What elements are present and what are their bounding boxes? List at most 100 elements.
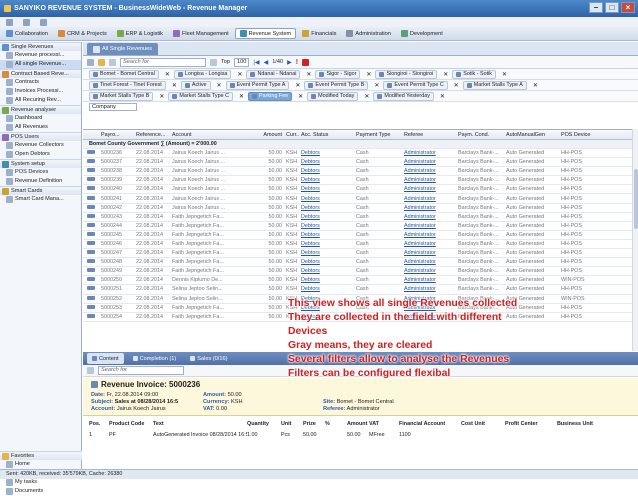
filter-chip[interactable]: Modified Today (307, 91, 359, 101)
table-row[interactable]: 5000237 22.08.2014 Jairus Koech Jairus ...… (83, 158, 632, 168)
module-tab-7[interactable]: Development (397, 28, 447, 39)
table-row[interactable]: 5000242 22.08.2014 Jairus Koech Jairus ...… (83, 204, 632, 213)
column-header[interactable]: Paym. Cond. (456, 132, 504, 138)
flag-icon[interactable] (302, 58, 310, 66)
filter-dropdown-icon[interactable] (210, 58, 217, 66)
items-column-header[interactable]: VAT (369, 421, 399, 427)
favorite-item[interactable]: My tasks (0, 478, 82, 487)
detail-tab-0[interactable]: Content (87, 353, 124, 364)
top-count-select[interactable]: 100 (234, 57, 250, 67)
forward-icon[interactable] (40, 18, 47, 26)
search-input[interactable]: Search for (120, 57, 206, 67)
sidebar-item[interactable]: Invoices Processi... (0, 87, 81, 96)
module-tab-0[interactable]: Collaboration (2, 28, 52, 39)
sidebar-item[interactable]: Contracts (0, 78, 81, 87)
table-row[interactable]: 5000246 22.08.2014 Faith Jepngetich Fa... 5… (83, 240, 632, 250)
module-tab-6[interactable]: Administration (342, 28, 394, 39)
remove-filter-icon[interactable]: ✕ (533, 82, 538, 89)
table-row[interactable]: 5000249 22.08.2014 Faith Jepngetich Fa... 5… (83, 267, 632, 277)
sidebar-group-5[interactable]: Smart Cards (0, 186, 81, 195)
scroll-thumb[interactable] (634, 169, 638, 229)
items-column-header[interactable]: Product Code (109, 421, 153, 427)
table-row[interactable]: 5000236 22.08.2014 Jairus Koech Jairus ...… (83, 149, 632, 159)
sidebar-item[interactable]: Revenue Collectors (0, 141, 81, 150)
detail-search-input[interactable]: Search for (98, 366, 184, 375)
table-row[interactable]: 5000245 22.08.2014 Faith Jepngetich Fa... 5… (83, 231, 632, 240)
alert-icon[interactable]: ! (296, 59, 298, 66)
filter-chip[interactable]: Ndanai - Ndanai (246, 69, 301, 79)
items-row[interactable]: 1 PF AutoGenerated Invoice 08/28/2014 16:5… (83, 429, 638, 440)
column-header[interactable]: Curr... (284, 132, 299, 138)
favorite-item[interactable]: Documents (0, 487, 82, 496)
items-column-header[interactable]: % (325, 421, 347, 427)
detail-tab-1[interactable]: Completion (1) (128, 353, 182, 364)
sidebar-item[interactable]: POS Devices (0, 168, 81, 177)
grid-scrollbar[interactable] (632, 129, 638, 351)
column-header[interactable]: AutoManualGen (504, 132, 559, 138)
sidebar-item[interactable]: Dashboard (0, 114, 81, 123)
filter-chip[interactable]: Event Permit Type B (304, 80, 369, 90)
tab-all-single-revenues[interactable]: All Single Revenues (87, 43, 159, 55)
remove-filter-icon[interactable]: ✕ (172, 82, 177, 89)
company-selector[interactable]: Company (83, 102, 638, 111)
remove-filter-icon[interactable]: ✕ (295, 82, 300, 89)
filter-chip[interactable]: Market Stalls Type C (168, 91, 234, 101)
sidebar-group-1[interactable]: Contract Based Reve... (0, 69, 81, 78)
column-header[interactable]: Reference... (134, 132, 170, 138)
column-header[interactable]: Amount (260, 132, 284, 138)
sidebar-group-3[interactable]: POS Users (0, 132, 81, 141)
remove-filter-icon[interactable]: ✕ (502, 71, 507, 78)
remove-filter-icon[interactable]: ✕ (159, 93, 164, 100)
filter-chip[interactable]: Active (180, 80, 211, 90)
remove-filter-icon[interactable]: ✕ (454, 82, 459, 89)
column-header[interactable]: Payment Type (354, 132, 402, 138)
filter-chip[interactable]: Modified Yesterday (373, 91, 434, 101)
items-column-header[interactable]: Text (153, 421, 247, 427)
table-row[interactable]: 5000238 22.08.2014 Jairus Koech Jairus ...… (83, 167, 632, 177)
sidebar-group-0[interactable]: Single Revenues (0, 42, 81, 51)
items-column-header[interactable]: Amount (347, 421, 369, 427)
menu-icon[interactable] (6, 18, 13, 26)
remove-filter-icon[interactable]: ✕ (306, 71, 311, 78)
filter-chip[interactable]: Event Permit Type C (383, 80, 448, 90)
filter-chip[interactable]: Market Stalls Type A (462, 80, 527, 90)
remove-filter-icon[interactable]: ✕ (366, 71, 371, 78)
detail-tab-2[interactable]: Sales (0/16) (185, 353, 232, 364)
remove-filter-icon[interactable]: ✕ (298, 93, 303, 100)
module-tab-2[interactable]: ERP & Logistik (113, 28, 167, 39)
table-row[interactable]: 5000244 22.08.2014 Faith Jepngetich Fa... 5… (83, 222, 632, 231)
remove-filter-icon[interactable]: ✕ (239, 93, 244, 100)
sidebar-item[interactable]: All Recuring Rev... (0, 96, 81, 105)
back-icon[interactable] (23, 18, 30, 26)
filter-chip[interactable]: Siongiroi - Siongiroi (375, 69, 438, 79)
sidebar-group-2[interactable]: Revenue analyser (0, 105, 81, 114)
sidebar-item[interactable]: Open Debtors (0, 150, 81, 159)
remove-filter-icon[interactable]: ✕ (165, 71, 170, 78)
filter-chip[interactable]: Bomet - Bomet Central (89, 69, 159, 79)
group-row[interactable]: Bomet County Government ∑ (Amount) = 2'0… (83, 140, 632, 149)
sidebar-item[interactable]: All Revenues (0, 123, 81, 132)
items-column-header[interactable]: Unit (281, 421, 303, 427)
remove-filter-icon[interactable]: ✕ (440, 93, 445, 100)
table-row[interactable]: 5000243 22.08.2014 Faith Jepngetich Fa... 5… (83, 213, 632, 222)
table-row[interactable]: 5000239 22.08.2014 Jairus Koech Jairus ...… (83, 176, 632, 186)
items-column-header[interactable]: Prize (303, 421, 325, 427)
items-column-header[interactable]: Financial Account (399, 421, 461, 427)
items-column-header[interactable]: Pos. (89, 421, 109, 427)
remove-filter-icon[interactable]: ✕ (443, 71, 448, 78)
table-row[interactable]: 5000240 22.08.2014 Jairus Koech Jairus ...… (83, 185, 632, 195)
table-row[interactable]: 5000248 22.08.2014 Faith Jepngetich Fa... 5… (83, 258, 632, 268)
prev-page-icon[interactable]: ◀ (264, 59, 269, 66)
favorites-header[interactable]: Favorites (0, 451, 82, 460)
remove-filter-icon[interactable]: ✕ (364, 93, 369, 100)
remove-filter-icon[interactable]: ✕ (217, 82, 222, 89)
column-header[interactable]: POS Device (559, 132, 605, 138)
filter-chip[interactable]: Sigor - Sigor (315, 69, 361, 79)
module-tab-4[interactable]: Revenue System (234, 28, 297, 39)
minimize-button[interactable]: – (589, 2, 603, 13)
column-header[interactable]: Payro... (99, 132, 134, 138)
filter-chip[interactable]: Tinet Forest - Tinet Forest (89, 80, 166, 90)
open-icon[interactable] (98, 58, 105, 66)
remove-filter-icon[interactable]: ✕ (374, 82, 379, 89)
column-header[interactable]: Account (170, 132, 260, 138)
